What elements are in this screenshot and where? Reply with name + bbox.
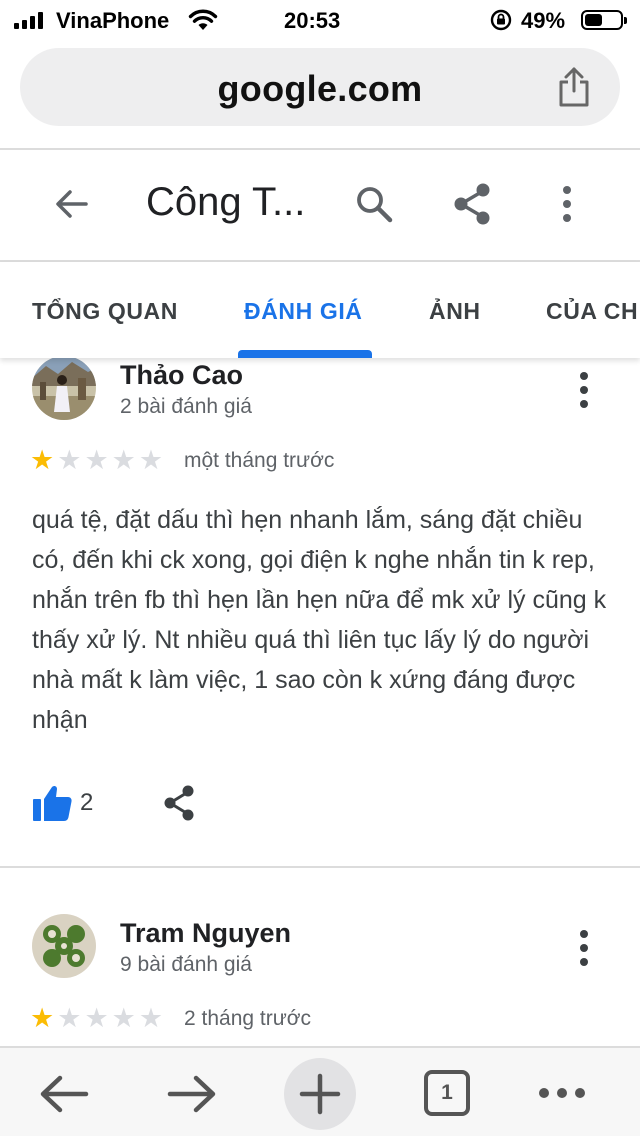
review-text: quá tệ, đặt dấu thì hẹn nhanh lắm, sáng … xyxy=(32,506,607,734)
tab-overview[interactable]: TỔNG QUAN xyxy=(32,298,178,325)
star-empty-icon: ★ xyxy=(84,1003,109,1033)
review-more-options-icon[interactable] xyxy=(574,928,594,968)
carrier-name: VinaPhone xyxy=(56,8,170,33)
star-empty-icon: ★ xyxy=(138,445,164,475)
star-empty-icon: ★ xyxy=(111,1003,136,1033)
star-empty-icon: ★ xyxy=(57,1003,82,1033)
review-time: một tháng trước xyxy=(184,449,335,472)
battery-level-fill xyxy=(585,14,602,26)
review-share-icon[interactable] xyxy=(162,784,196,822)
star-filled-icon: ★ xyxy=(30,445,55,475)
wifi-icon xyxy=(188,9,218,30)
browser-menu-icon[interactable] xyxy=(538,1086,586,1100)
browser-toolbar: 1 xyxy=(0,1046,640,1136)
plus-icon xyxy=(299,1073,341,1115)
review-time: 2 tháng trước xyxy=(184,1007,312,1030)
browser-back-icon[interactable] xyxy=(38,1074,90,1114)
share-page-icon[interactable] xyxy=(556,66,592,108)
tab-switcher-button[interactable]: 1 xyxy=(424,1070,470,1116)
avatar[interactable] xyxy=(32,356,96,420)
tab-photos[interactable]: ẢNH xyxy=(429,298,481,325)
browser-forward-icon[interactable] xyxy=(166,1074,218,1114)
battery-icon xyxy=(581,10,627,30)
star-empty-icon: ★ xyxy=(111,445,136,475)
tab-from-owner[interactable]: CỦA CH xyxy=(546,298,638,325)
like-count: 2 xyxy=(80,789,94,816)
url-text[interactable]: google.com xyxy=(20,68,620,110)
address-bar[interactable]: google.com xyxy=(20,48,620,126)
tab-bar: TỔNG QUAN ĐÁNH GIÁ ẢNH CỦA CH xyxy=(0,262,640,358)
battery-percentage: 49% xyxy=(521,8,566,33)
active-tab-indicator xyxy=(238,350,372,358)
thumbs-up-icon[interactable] xyxy=(32,784,72,822)
reviewer-name[interactable]: Thảo Cao xyxy=(120,360,243,391)
place-title: Công T... xyxy=(146,180,306,224)
star-rating: ★ ★ ★ ★ ★ xyxy=(30,446,163,474)
more-options-icon[interactable] xyxy=(552,184,582,224)
share-icon[interactable] xyxy=(452,182,492,226)
star-empty-icon: ★ xyxy=(57,445,82,475)
reviewer-review-count: 9 bài đánh giá xyxy=(120,953,252,976)
review-divider xyxy=(0,866,640,868)
rotation-lock-icon xyxy=(490,9,512,31)
star-empty-icon: ★ xyxy=(84,445,109,475)
divider xyxy=(0,148,640,150)
back-arrow-icon[interactable] xyxy=(50,182,94,226)
star-empty-icon: ★ xyxy=(138,1003,164,1033)
reviewer-name[interactable]: Tram Nguyen xyxy=(120,918,291,949)
signal-strength-icon xyxy=(14,12,43,29)
reviewer-review-count: 2 bài đánh giá xyxy=(120,395,252,418)
clock-time: 20:53 xyxy=(284,8,341,33)
star-filled-icon: ★ xyxy=(30,1003,55,1033)
avatar[interactable] xyxy=(32,914,96,978)
star-rating: ★ ★ ★ ★ ★ xyxy=(30,1004,163,1032)
review-more-options-icon[interactable] xyxy=(574,370,594,410)
search-icon[interactable] xyxy=(354,184,394,224)
tab-reviews[interactable]: ĐÁNH GIÁ xyxy=(244,298,363,325)
new-tab-button[interactable] xyxy=(284,1058,356,1130)
status-bar: VinaPhone 20:53 49% xyxy=(0,0,640,40)
